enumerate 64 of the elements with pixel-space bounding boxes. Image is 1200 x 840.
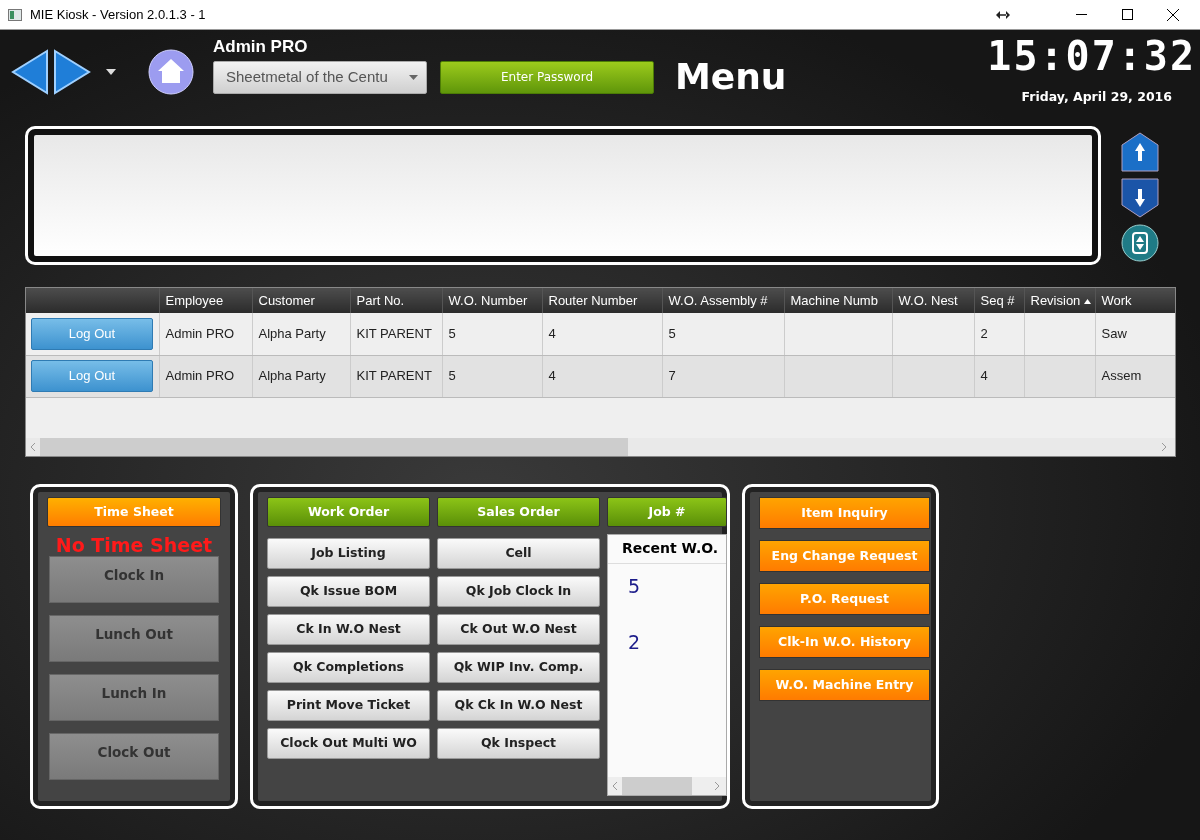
minimize-icon[interactable] — [1075, 13, 1087, 16]
column-header[interactable]: W.O. Number — [442, 288, 542, 313]
column-header[interactable]: Machine Numb — [784, 288, 892, 313]
menu-button[interactable]: Qk Issue BOM — [267, 576, 430, 607]
table-cell: 4 — [542, 313, 662, 355]
column-header[interactable]: Seq # — [974, 288, 1024, 313]
menu-button[interactable]: Clock Out Multi WO — [267, 728, 430, 759]
recent-item[interactable]: 2 — [608, 628, 726, 657]
column-header[interactable]: Customer — [252, 288, 350, 313]
menu-button[interactable]: Ck Out W.O Nest — [437, 614, 600, 645]
table-cell: Admin PRO — [159, 355, 252, 397]
menu-button[interactable]: Ck In W.O Nest — [267, 614, 430, 645]
menu-button[interactable]: Qk Ck In W.O Nest — [437, 690, 600, 721]
table-cell: Alpha Party — [252, 313, 350, 355]
menu-button[interactable]: Qk Completions — [267, 652, 430, 683]
table-cell: KIT PARENT — [350, 313, 442, 355]
maximize-icon[interactable] — [1121, 9, 1133, 20]
table-cell: 2 — [974, 313, 1024, 355]
close-icon[interactable] — [1167, 8, 1179, 21]
column-header[interactable]: Part No. — [350, 288, 442, 313]
table-cell: Assem — [1095, 355, 1175, 397]
scroll-up-icon[interactable] — [1121, 132, 1159, 172]
time-sheet-status: No Time Sheet — [55, 535, 213, 556]
clock: 15:07:32 — [987, 36, 1196, 76]
table-cell: 5 — [662, 313, 784, 355]
column-header[interactable]: W.O. Assembly # — [662, 288, 784, 313]
table-cell: KIT PARENT — [350, 355, 442, 397]
caret-icon — [409, 74, 418, 80]
column-header[interactable]: Revision — [1024, 288, 1095, 313]
menu-button[interactable]: Qk WIP Inv. Comp. — [437, 652, 600, 683]
date: Friday, April 29, 2016 — [1021, 88, 1172, 106]
menu-button[interactable]: Print Move Ticket — [267, 690, 430, 721]
table-cell: Admin PRO — [159, 313, 252, 355]
recent-item[interactable]: 5 — [608, 571, 726, 601]
scroll-down-icon[interactable] — [1121, 178, 1159, 218]
menu-button[interactable]: Job Listing — [267, 538, 430, 569]
forward-arrow-icon[interactable] — [54, 49, 92, 95]
page-title: Menu — [675, 59, 787, 95]
home-icon[interactable] — [148, 49, 194, 95]
list-title: Recent W.O. — [608, 534, 726, 564]
window-title: MIE Kiosk - Version 2.0.1.3 - 1 — [30, 5, 206, 24]
back-arrow-icon[interactable] — [10, 49, 48, 95]
table-cell: 5 — [442, 313, 542, 355]
expand-icon[interactable] — [1121, 224, 1159, 262]
company-select[interactable]: Sheetmetal of the Centu — [213, 60, 427, 94]
column-header[interactable]: W.O. Nest — [892, 288, 974, 313]
column-header[interactable]: Router Number — [542, 288, 662, 313]
table-cell: Alpha Party — [252, 355, 350, 397]
table-cell: 4 — [542, 355, 662, 397]
resize-icon[interactable] — [996, 10, 1010, 19]
column-header[interactable]: Work — [1095, 288, 1175, 313]
menu-button[interactable]: Cell — [437, 538, 600, 569]
app-icon — [8, 8, 22, 21]
menu-button[interactable]: Qk Inspect — [437, 728, 600, 759]
table-cell: Saw — [1095, 313, 1175, 355]
caret-icon[interactable] — [106, 69, 116, 75]
scrollbar-thumb[interactable] — [40, 438, 628, 456]
table-cell: 5 — [442, 355, 542, 397]
table-cell: 7 — [662, 355, 784, 397]
scrollbar-thumb[interactable] — [622, 777, 692, 795]
table-cell: 4 — [974, 355, 1024, 397]
menu-button[interactable]: Qk Job Clock In — [437, 576, 600, 607]
column-header[interactable]: Employee — [159, 288, 252, 313]
user-name: Admin PRO — [213, 38, 309, 55]
